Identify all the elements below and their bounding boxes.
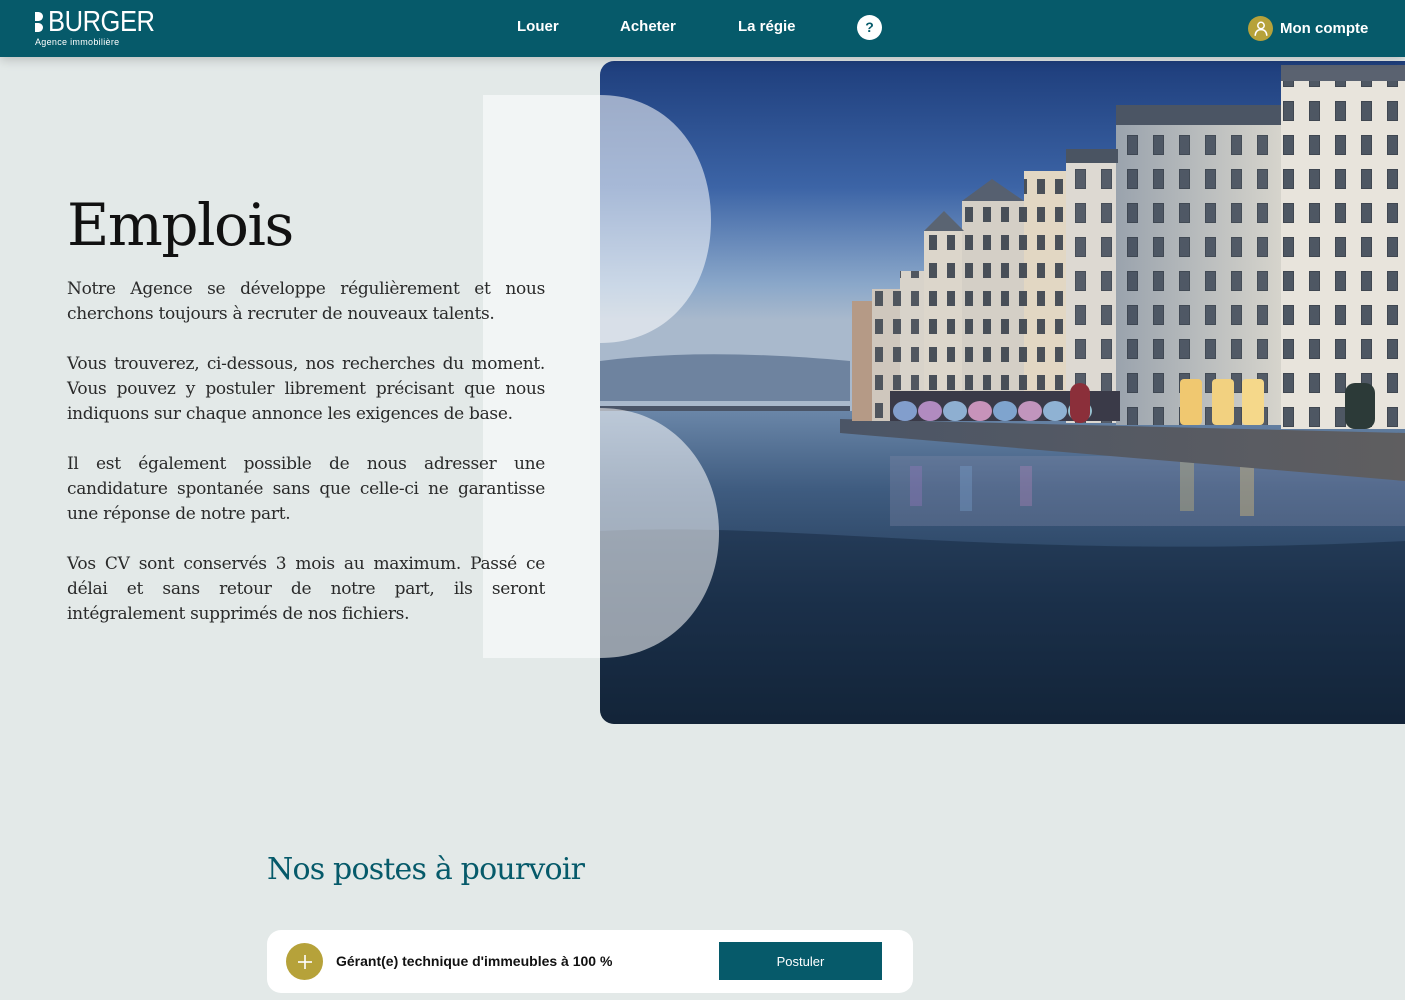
brand-tagline: Agence immobilière: [35, 37, 120, 47]
nav-la-regie[interactable]: La régie: [738, 18, 796, 35]
nav-acheter[interactable]: Acheter: [620, 18, 676, 35]
account-label: Mon compte: [1280, 19, 1369, 37]
job-card: Gérant(e) technique d'immeubles à 100 % …: [267, 930, 913, 993]
apply-button[interactable]: Postuler: [719, 942, 882, 980]
user-icon: [1248, 15, 1273, 41]
job-title[interactable]: Gérant(e) technique d'immeubles à 100 %: [336, 953, 612, 969]
geneva-riverside-image: [600, 61, 1405, 724]
intro-paragraph: Notre Agence se développe régulièrement …: [67, 279, 545, 324]
page-title: Emplois: [67, 191, 294, 259]
intro-paragraph: Il est également possible de nous adress…: [67, 454, 545, 524]
intro-paragraph: Vous trouverez, ci-dessous, nos recherch…: [67, 354, 545, 424]
intro-text: Notre Agence se développe régulièrement …: [67, 277, 545, 652]
intro-paragraph: Vos CV sont conservés 3 mois au maximum.…: [67, 554, 545, 624]
positions-title: Nos postes à pourvoir: [267, 852, 585, 887]
help-button[interactable]: ?: [857, 15, 882, 40]
plus-icon: [297, 954, 312, 969]
brand-logo[interactable]: BURGER Agence immobilière: [35, 6, 165, 48]
logo-mark-icon: [35, 12, 44, 32]
question-icon: ?: [865, 19, 874, 35]
nav-louer[interactable]: Louer: [517, 18, 559, 35]
hero-photo: [600, 61, 1405, 724]
job-expand-button[interactable]: [286, 943, 323, 980]
account-link[interactable]: Mon compte: [1248, 15, 1368, 41]
top-navbar: BURGER Agence immobilière Louer Acheter …: [0, 0, 1405, 57]
brand-name: BURGER: [48, 6, 155, 38]
